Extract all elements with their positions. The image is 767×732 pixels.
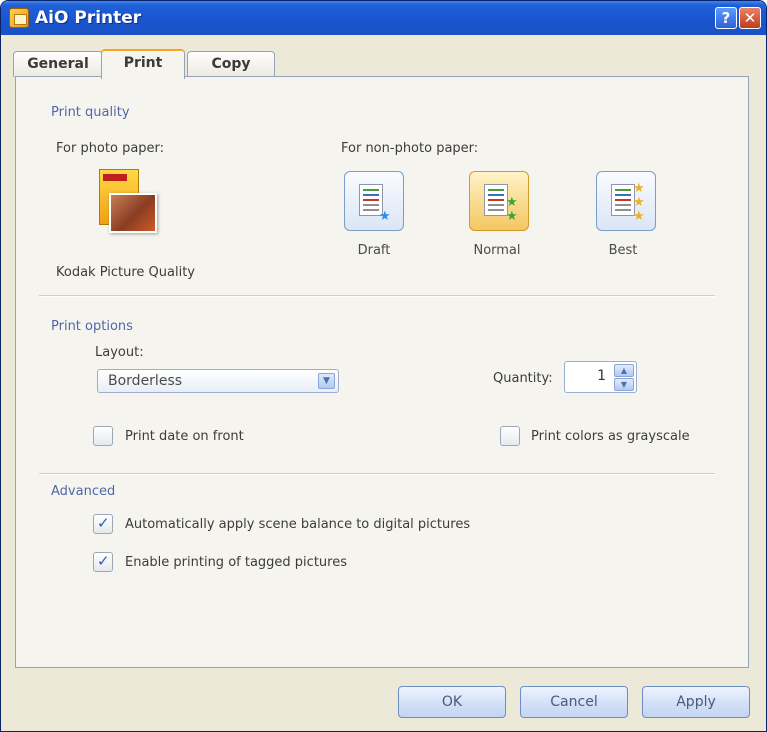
normal-quality-icon <box>484 184 508 216</box>
quantity-stepper[interactable]: 1 ▲ ▼ <box>564 361 637 393</box>
star-icon: ★ <box>633 181 645 196</box>
print-quality-heading: Print quality <box>51 105 130 120</box>
title-bar[interactable]: AiO Printer ? ✕ <box>1 1 766 35</box>
photo-graphic <box>109 193 157 233</box>
ok-button[interactable]: OK <box>398 686 506 718</box>
tagged-pictures-checkbox[interactable] <box>93 552 113 572</box>
apply-button[interactable]: Apply <box>642 686 750 718</box>
section-divider <box>39 295 715 297</box>
layout-select-value: Borderless <box>108 373 183 389</box>
print-date-label: Print date on front <box>125 429 244 444</box>
print-date-checkbox[interactable] <box>93 426 113 446</box>
star-icon: ★ <box>506 195 518 210</box>
tab-copy[interactable]: Copy <box>187 51 275 77</box>
photo-paper-label: For photo paper: <box>56 141 165 156</box>
window-title: AiO Printer <box>35 8 142 28</box>
star-icon: ★ <box>633 209 645 224</box>
normal-label: Normal <box>473 243 521 258</box>
best-label: Best <box>608 243 638 258</box>
tagged-pictures-label: Enable printing of tagged pictures <box>125 555 347 570</box>
nonphoto-paper-label: For non-photo paper: <box>341 141 479 156</box>
kodak-picture-quality-icon[interactable] <box>99 169 159 241</box>
star-icon: ★ <box>633 195 645 210</box>
spin-down-icon[interactable]: ▼ <box>614 378 634 391</box>
draft-label: Draft <box>357 243 391 258</box>
quantity-value[interactable]: 1 <box>597 368 606 384</box>
best-quality-icon <box>611 184 635 216</box>
tab-general[interactable]: General <box>13 51 103 77</box>
spin-up-icon[interactable]: ▲ <box>614 364 634 377</box>
star-icon: ★ <box>379 209 391 224</box>
quantity-label: Quantity: <box>493 371 553 386</box>
advanced-heading: Advanced <box>51 484 116 499</box>
printer-dialog: AiO Printer ? ✕ General Print Copy Print… <box>0 0 767 732</box>
layout-label: Layout: <box>95 345 144 360</box>
help-button[interactable]: ? <box>715 7 737 29</box>
grayscale-label: Print colors as grayscale <box>531 429 690 444</box>
normal-quality-button[interactable]: ★ ★ <box>469 171 529 231</box>
cancel-button[interactable]: Cancel <box>520 686 628 718</box>
tab-print[interactable]: Print <box>101 49 185 79</box>
best-quality-button[interactable]: ★ ★ ★ <box>596 171 656 231</box>
scene-balance-label: Automatically apply scene balance to dig… <box>125 517 471 532</box>
close-button[interactable]: ✕ <box>739 7 761 29</box>
draft-quality-button[interactable]: ★ <box>344 171 404 231</box>
layout-select[interactable]: Borderless ▼ <box>97 369 339 393</box>
grayscale-checkbox[interactable] <box>500 426 520 446</box>
section-divider <box>39 473 715 475</box>
scene-balance-checkbox[interactable] <box>93 514 113 534</box>
star-icon: ★ <box>506 209 518 224</box>
printer-app-icon <box>9 8 29 28</box>
print-options-heading: Print options <box>51 319 133 334</box>
kodak-quality-label: Kodak Picture Quality <box>56 265 196 280</box>
chevron-down-icon[interactable]: ▼ <box>318 373 335 389</box>
